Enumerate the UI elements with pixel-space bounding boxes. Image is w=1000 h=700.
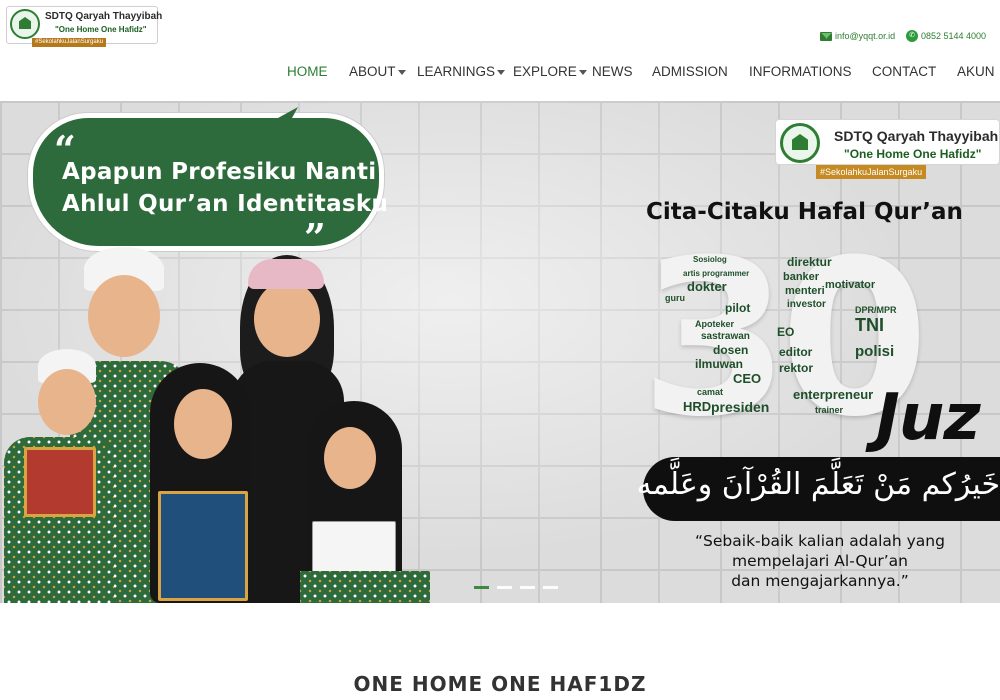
slider-dot-2[interactable]	[497, 586, 512, 589]
slider-dot-1[interactable]	[474, 586, 489, 589]
slider-dot-3[interactable]	[520, 586, 535, 589]
hadith-line-2: mempelajari Al-Qur’an	[731, 552, 909, 570]
contact-email[interactable]: info@yqqt.or.id	[820, 29, 895, 43]
bubble-text-line-1: Apapun Profesiku Nanti	[62, 159, 377, 185]
hadith-translation: “Sebaik-baik kalian adalah yang mempelaj…	[660, 531, 980, 591]
profession-wordcloud: Sosiolog artis programmer dokter guru pi…	[665, 255, 897, 415]
chevron-down-icon	[497, 69, 506, 75]
nav-explore[interactable]: EXPLORE	[513, 64, 587, 79]
contact-phone[interactable]: ✆ 0852 5144 4000	[906, 29, 986, 43]
chevron-down-icon	[578, 69, 587, 75]
contact-email-text: info@yqqt.or.id	[835, 31, 896, 41]
nav-learnings[interactable]: LEARNINGS	[417, 64, 506, 79]
nav-akun[interactable]: AKUN	[957, 64, 995, 79]
hadith-line-3: dan mengajarkannya.”	[731, 572, 909, 590]
nav-about[interactable]: ABOUT	[349, 64, 406, 79]
school-emblem-icon	[780, 123, 820, 163]
arabic-hadith-banner: خَيرُكم مَنْ تَعَلَّمَ القُرْآنَ وعَلَّم…	[636, 457, 1000, 521]
school-badge: SDTQ Qaryah Thayyibah "One Home One Hafi…	[775, 119, 1000, 165]
nav-admission-label: ADMISSION	[652, 64, 728, 79]
hero-slider[interactable]: “ ” Apapun Profesiku Nanti Ahlul Qur’an …	[0, 101, 1000, 603]
contact-phone-text: 0852 5144 4000	[921, 31, 987, 41]
slider-pagination	[474, 586, 558, 589]
nav-news-label: NEWS	[592, 64, 633, 79]
slider-dot-4[interactable]	[543, 586, 558, 589]
mail-icon	[820, 31, 832, 41]
children-illustration	[0, 241, 440, 603]
bubble-text-line-2: Ahlul Qur’an Identitasku	[62, 191, 389, 217]
main-nav: HOME ABOUT LEARNINGS EXPLORE NEWS ADMISS…	[0, 64, 1000, 86]
nav-home[interactable]: HOME	[287, 64, 328, 79]
logo-hashtag: #SekolahkuJalanSurgaku	[32, 38, 107, 47]
chevron-down-icon	[397, 69, 406, 75]
site-header: SDTQ Qaryah Thayyibah "One Home One Hafi…	[0, 0, 1000, 101]
nav-akun-label: AKUN	[957, 64, 995, 79]
nav-about-label: ABOUT	[349, 64, 396, 79]
arabic-hadith-text: خَيرُكم مَنْ تَعَلَّمَ القُرْآنَ وعَلَّم…	[636, 467, 1000, 502]
nav-informations[interactable]: INFORMATIONS	[749, 64, 852, 79]
badge-school-name: SDTQ Qaryah Thayyibah	[834, 128, 999, 144]
school-emblem-icon	[10, 9, 40, 39]
section-title: ONE HOME ONE HAF1DZ	[353, 672, 647, 696]
badge-tagline: "One Home One Hafidz"	[844, 147, 982, 161]
nav-admission[interactable]: ADMISSION	[652, 64, 728, 79]
logo-school-name: SDTQ Qaryah Thayyibah	[45, 11, 163, 22]
whatsapp-icon: ✆	[906, 30, 918, 42]
nav-explore-label: EXPLORE	[513, 64, 577, 79]
badge-hashtag: #SekolahkuJalanSurgaku	[816, 165, 927, 179]
hadith-line-1: “Sebaik-baik kalian adalah yang	[695, 532, 945, 550]
nav-contact-label: CONTACT	[872, 64, 937, 79]
nav-informations-label: INFORMATIONS	[749, 64, 852, 79]
hero-juz-text: Juz	[876, 381, 981, 455]
logo-tagline: "One Home One Hafidz"	[55, 25, 147, 34]
nav-contact[interactable]: CONTACT	[872, 64, 936, 79]
nav-news[interactable]: NEWS	[592, 64, 633, 79]
nav-home-label: HOME	[287, 64, 328, 79]
nav-learnings-label: LEARNINGS	[417, 64, 496, 79]
